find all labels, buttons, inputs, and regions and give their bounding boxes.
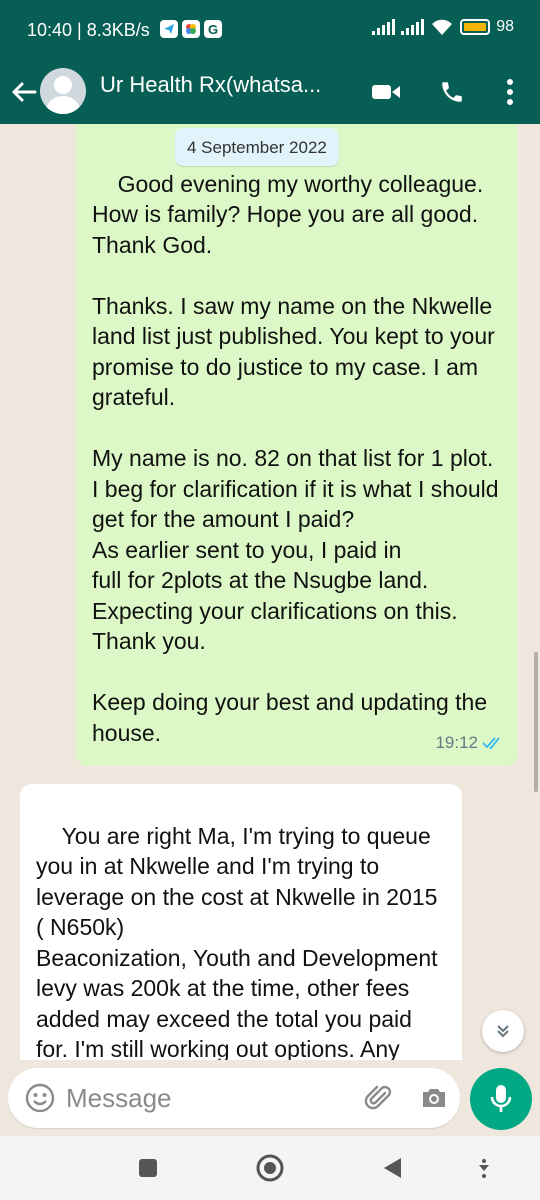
home-circle-icon[interactable] [254, 1152, 286, 1184]
video-call-icon[interactable] [368, 74, 404, 110]
signal-2-icon [401, 19, 425, 35]
read-ticks-icon [482, 737, 500, 750]
chat-header: Ur Health Rx(whatsa... [0, 60, 540, 124]
contact-name[interactable]: Ur Health Rx(whatsa... [100, 72, 321, 98]
status-time: 10:40 | 8.3KB/s [27, 20, 150, 40]
scrollbar[interactable] [534, 652, 538, 792]
battery-level: 98 [496, 18, 514, 35]
message-input[interactable] [66, 1078, 346, 1118]
telegram-icon [160, 20, 178, 38]
recents-square-icon[interactable] [132, 1152, 164, 1184]
avatar[interactable] [40, 68, 86, 114]
date-chip: 4 September 2022 [175, 128, 339, 166]
signal-1-icon [372, 19, 396, 35]
status-app-icons: G [160, 20, 222, 38]
double-chevron-down-icon [497, 1025, 509, 1038]
status-indicators: 98 [372, 18, 514, 36]
system-navigation-bar [0, 1136, 540, 1200]
wifi-icon [432, 19, 453, 35]
message-bubble-outgoing[interactable]: Good evening my worthy colleague. How is… [76, 124, 518, 766]
battery-icon [460, 19, 491, 35]
microphone-button[interactable] [470, 1068, 532, 1130]
attach-paperclip-icon[interactable] [360, 1080, 396, 1116]
photos-icon [182, 20, 200, 38]
message-time: 19:12 [435, 732, 478, 752]
message-bubble-incoming[interactable]: You are right Ma, I'm trying to queue yo… [20, 784, 462, 1060]
composer [0, 1060, 540, 1136]
more-options-icon[interactable] [492, 74, 528, 110]
camera-icon[interactable] [416, 1080, 452, 1116]
emoji-icon[interactable] [24, 1082, 56, 1114]
microphone-icon [490, 1085, 512, 1112]
status-bar: 10:40 | 8.3KB/s G 98 [0, 0, 540, 60]
message-input-container [8, 1068, 460, 1128]
back-triangle-icon[interactable] [376, 1152, 408, 1184]
google-icon: G [204, 20, 222, 38]
back-arrow-icon[interactable] [10, 74, 38, 110]
message-meta: 19:12 [435, 728, 504, 759]
notification-pull-icon[interactable] [468, 1152, 500, 1184]
message-text: Good evening my worthy colleague. How is… [92, 170, 499, 746]
chat-area[interactable]: Good evening my worthy colleague. How is… [0, 124, 540, 1060]
message-text: You are right Ma, I'm trying to queue yo… [36, 822, 438, 1061]
scroll-to-bottom-button[interactable] [482, 1010, 524, 1052]
phone-call-icon[interactable] [434, 74, 470, 110]
